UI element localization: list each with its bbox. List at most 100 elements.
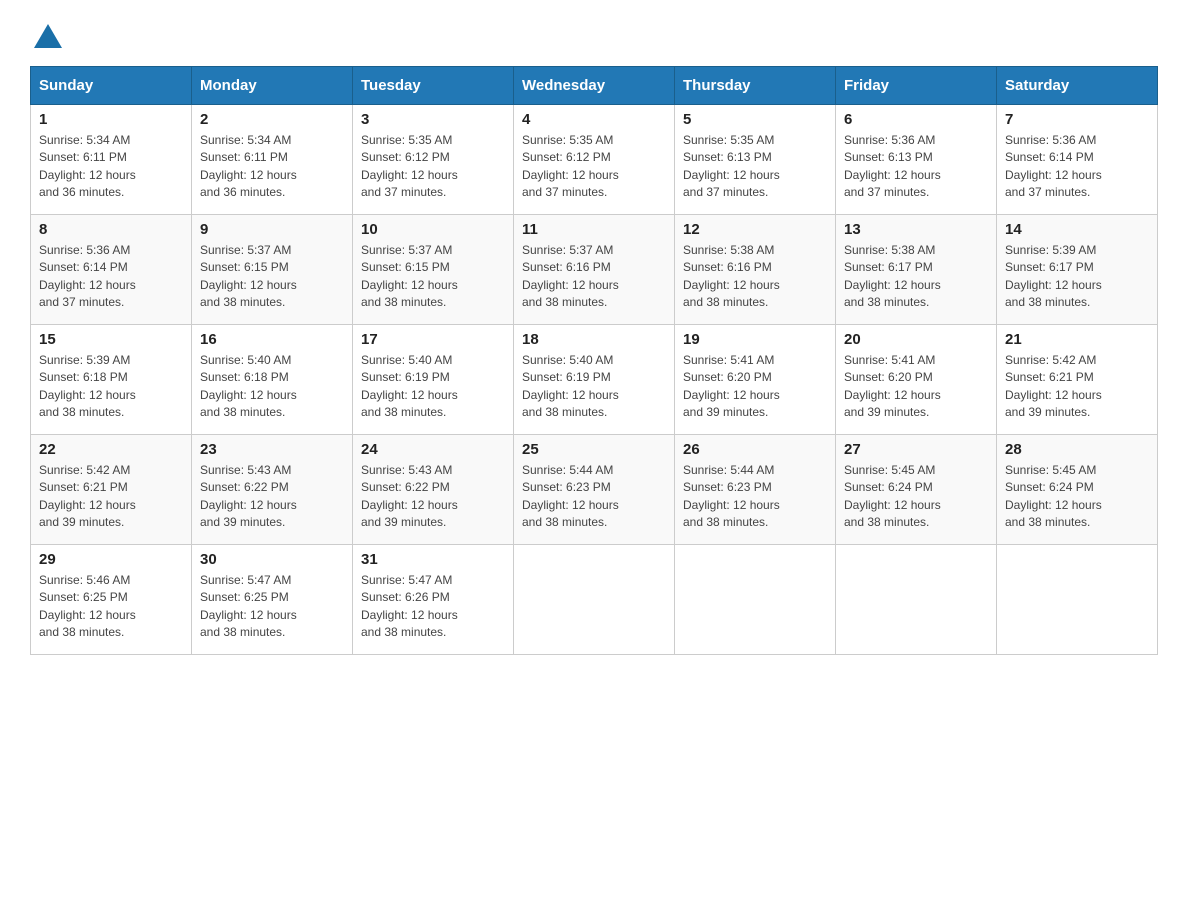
day-number: 27 [844,441,988,458]
calendar-cell: 31 Sunrise: 5:47 AMSunset: 6:26 PMDaylig… [353,545,514,655]
calendar-cell [514,545,675,655]
calendar-week-row: 29 Sunrise: 5:46 AMSunset: 6:25 PMDaylig… [31,545,1158,655]
day-number: 20 [844,331,988,348]
day-info: Sunrise: 5:41 AMSunset: 6:20 PMDaylight:… [683,353,780,419]
day-info: Sunrise: 5:36 AMSunset: 6:14 PMDaylight:… [1005,133,1102,199]
day-info: Sunrise: 5:36 AMSunset: 6:14 PMDaylight:… [39,243,136,309]
day-info: Sunrise: 5:47 AMSunset: 6:25 PMDaylight:… [200,573,297,639]
day-info: Sunrise: 5:40 AMSunset: 6:19 PMDaylight:… [361,353,458,419]
day-number: 11 [522,221,666,238]
day-number: 8 [39,221,183,238]
calendar-cell: 7 Sunrise: 5:36 AMSunset: 6:14 PMDayligh… [997,105,1158,215]
day-info: Sunrise: 5:35 AMSunset: 6:12 PMDaylight:… [522,133,619,199]
calendar-cell [675,545,836,655]
calendar-cell: 12 Sunrise: 5:38 AMSunset: 6:16 PMDaylig… [675,215,836,325]
day-info: Sunrise: 5:43 AMSunset: 6:22 PMDaylight:… [361,463,458,529]
day-info: Sunrise: 5:40 AMSunset: 6:19 PMDaylight:… [522,353,619,419]
day-number: 12 [683,221,827,238]
calendar-body: 1 Sunrise: 5:34 AMSunset: 6:11 PMDayligh… [31,105,1158,655]
day-number: 2 [200,111,344,128]
day-info: Sunrise: 5:39 AMSunset: 6:18 PMDaylight:… [39,353,136,419]
day-number: 29 [39,551,183,568]
day-info: Sunrise: 5:36 AMSunset: 6:13 PMDaylight:… [844,133,941,199]
calendar-week-row: 15 Sunrise: 5:39 AMSunset: 6:18 PMDaylig… [31,325,1158,435]
day-number: 25 [522,441,666,458]
day-number: 24 [361,441,505,458]
calendar-cell: 2 Sunrise: 5:34 AMSunset: 6:11 PMDayligh… [192,105,353,215]
day-number: 16 [200,331,344,348]
calendar-table: SundayMondayTuesdayWednesdayThursdayFrid… [30,66,1158,655]
calendar-cell: 1 Sunrise: 5:34 AMSunset: 6:11 PMDayligh… [31,105,192,215]
day-number: 30 [200,551,344,568]
calendar-cell: 24 Sunrise: 5:43 AMSunset: 6:22 PMDaylig… [353,435,514,545]
calendar-week-row: 1 Sunrise: 5:34 AMSunset: 6:11 PMDayligh… [31,105,1158,215]
calendar-cell: 21 Sunrise: 5:42 AMSunset: 6:21 PMDaylig… [997,325,1158,435]
column-header-friday: Friday [836,67,997,105]
calendar-cell: 3 Sunrise: 5:35 AMSunset: 6:12 PMDayligh… [353,105,514,215]
calendar-cell: 20 Sunrise: 5:41 AMSunset: 6:20 PMDaylig… [836,325,997,435]
day-info: Sunrise: 5:35 AMSunset: 6:13 PMDaylight:… [683,133,780,199]
day-number: 17 [361,331,505,348]
day-info: Sunrise: 5:38 AMSunset: 6:16 PMDaylight:… [683,243,780,309]
day-info: Sunrise: 5:44 AMSunset: 6:23 PMDaylight:… [683,463,780,529]
day-number: 18 [522,331,666,348]
column-header-sunday: Sunday [31,67,192,105]
day-number: 3 [361,111,505,128]
calendar-cell: 23 Sunrise: 5:43 AMSunset: 6:22 PMDaylig… [192,435,353,545]
calendar-cell [836,545,997,655]
day-number: 19 [683,331,827,348]
logo [30,20,62,46]
day-number: 28 [1005,441,1149,458]
calendar-cell: 16 Sunrise: 5:40 AMSunset: 6:18 PMDaylig… [192,325,353,435]
day-number: 14 [1005,221,1149,238]
calendar-cell: 26 Sunrise: 5:44 AMSunset: 6:23 PMDaylig… [675,435,836,545]
day-info: Sunrise: 5:37 AMSunset: 6:15 PMDaylight:… [200,243,297,309]
day-info: Sunrise: 5:42 AMSunset: 6:21 PMDaylight:… [39,463,136,529]
calendar-cell: 18 Sunrise: 5:40 AMSunset: 6:19 PMDaylig… [514,325,675,435]
day-info: Sunrise: 5:34 AMSunset: 6:11 PMDaylight:… [200,133,297,199]
column-header-thursday: Thursday [675,67,836,105]
day-number: 15 [39,331,183,348]
calendar-cell: 6 Sunrise: 5:36 AMSunset: 6:13 PMDayligh… [836,105,997,215]
day-number: 21 [1005,331,1149,348]
calendar-week-row: 22 Sunrise: 5:42 AMSunset: 6:21 PMDaylig… [31,435,1158,545]
day-number: 9 [200,221,344,238]
calendar-cell: 10 Sunrise: 5:37 AMSunset: 6:15 PMDaylig… [353,215,514,325]
calendar-cell: 25 Sunrise: 5:44 AMSunset: 6:23 PMDaylig… [514,435,675,545]
day-number: 31 [361,551,505,568]
calendar-cell: 30 Sunrise: 5:47 AMSunset: 6:25 PMDaylig… [192,545,353,655]
day-info: Sunrise: 5:37 AMSunset: 6:15 PMDaylight:… [361,243,458,309]
day-number: 10 [361,221,505,238]
day-info: Sunrise: 5:43 AMSunset: 6:22 PMDaylight:… [200,463,297,529]
calendar-cell: 15 Sunrise: 5:39 AMSunset: 6:18 PMDaylig… [31,325,192,435]
column-header-wednesday: Wednesday [514,67,675,105]
calendar-cell: 28 Sunrise: 5:45 AMSunset: 6:24 PMDaylig… [997,435,1158,545]
page-header [30,20,1158,46]
day-number: 5 [683,111,827,128]
calendar-cell: 11 Sunrise: 5:37 AMSunset: 6:16 PMDaylig… [514,215,675,325]
calendar-cell: 29 Sunrise: 5:46 AMSunset: 6:25 PMDaylig… [31,545,192,655]
column-header-tuesday: Tuesday [353,67,514,105]
day-number: 4 [522,111,666,128]
logo-triangle-icon [34,24,62,48]
calendar-cell: 8 Sunrise: 5:36 AMSunset: 6:14 PMDayligh… [31,215,192,325]
calendar-cell: 13 Sunrise: 5:38 AMSunset: 6:17 PMDaylig… [836,215,997,325]
calendar-cell: 19 Sunrise: 5:41 AMSunset: 6:20 PMDaylig… [675,325,836,435]
day-number: 22 [39,441,183,458]
day-info: Sunrise: 5:44 AMSunset: 6:23 PMDaylight:… [522,463,619,529]
day-info: Sunrise: 5:42 AMSunset: 6:21 PMDaylight:… [1005,353,1102,419]
day-info: Sunrise: 5:45 AMSunset: 6:24 PMDaylight:… [844,463,941,529]
calendar-header: SundayMondayTuesdayWednesdayThursdayFrid… [31,67,1158,105]
day-number: 7 [1005,111,1149,128]
day-info: Sunrise: 5:34 AMSunset: 6:11 PMDaylight:… [39,133,136,199]
day-info: Sunrise: 5:40 AMSunset: 6:18 PMDaylight:… [200,353,297,419]
calendar-cell: 17 Sunrise: 5:40 AMSunset: 6:19 PMDaylig… [353,325,514,435]
day-number: 13 [844,221,988,238]
day-info: Sunrise: 5:37 AMSunset: 6:16 PMDaylight:… [522,243,619,309]
day-info: Sunrise: 5:35 AMSunset: 6:12 PMDaylight:… [361,133,458,199]
calendar-cell: 9 Sunrise: 5:37 AMSunset: 6:15 PMDayligh… [192,215,353,325]
day-number: 26 [683,441,827,458]
column-header-saturday: Saturday [997,67,1158,105]
calendar-cell: 27 Sunrise: 5:45 AMSunset: 6:24 PMDaylig… [836,435,997,545]
day-number: 6 [844,111,988,128]
